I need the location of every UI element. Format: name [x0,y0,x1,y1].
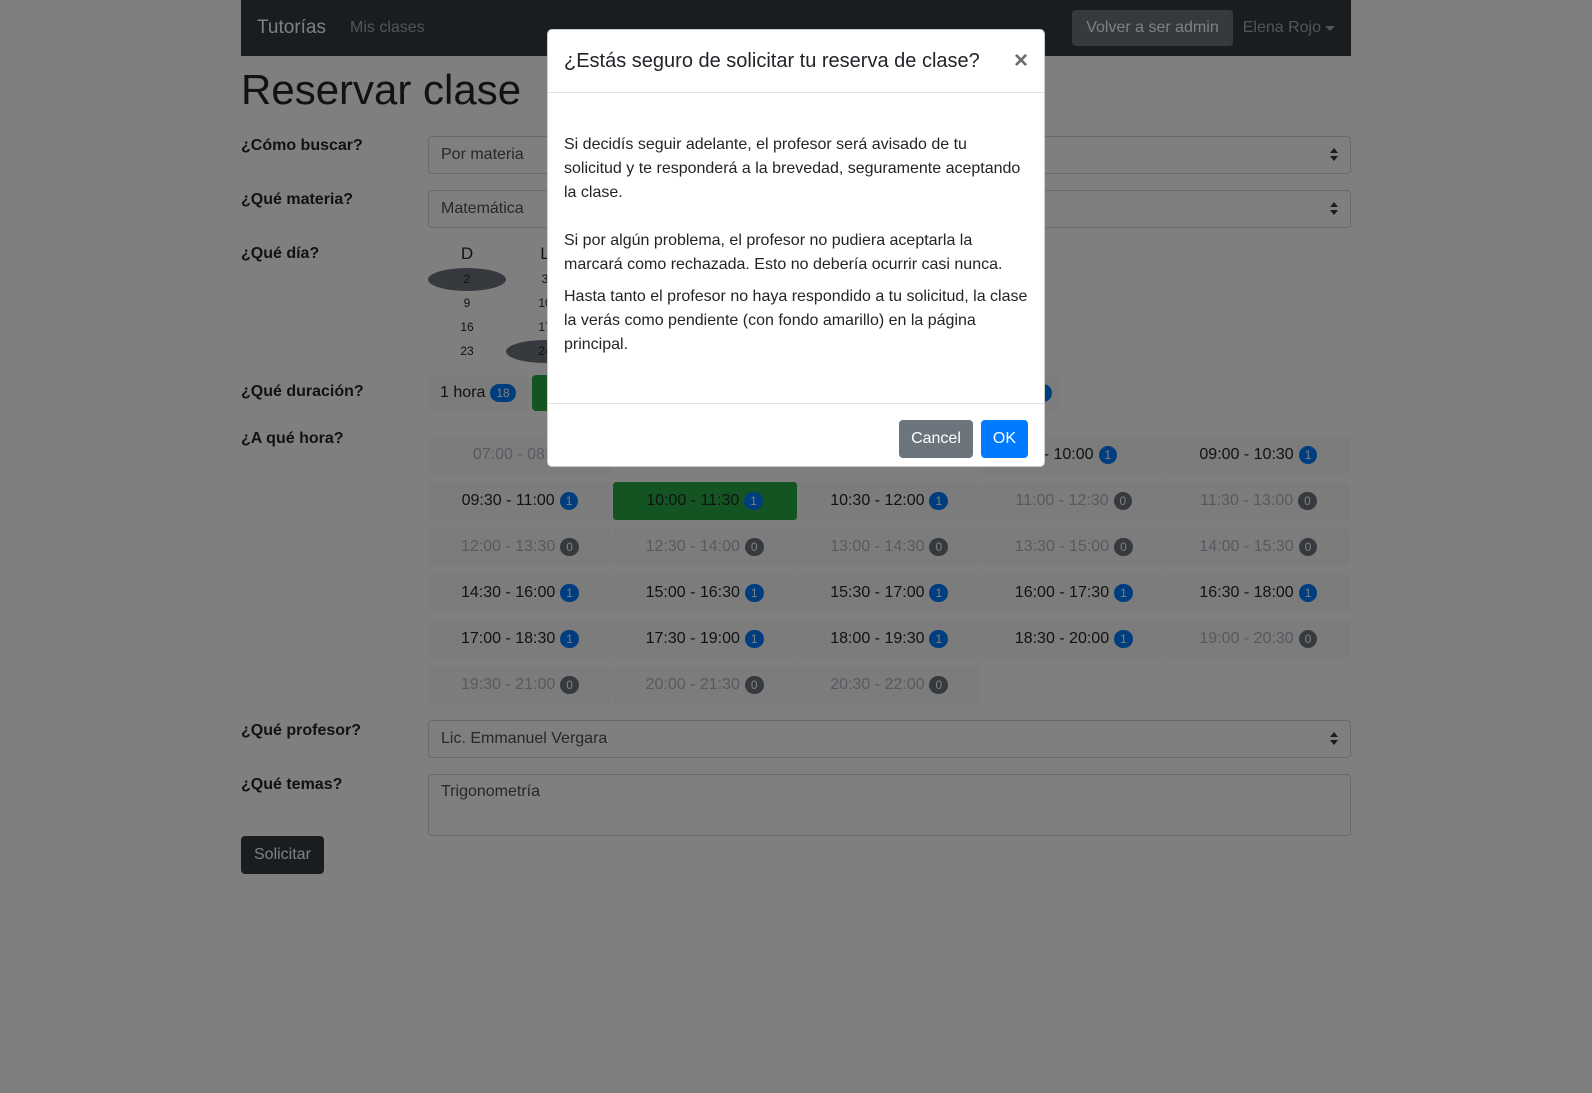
modal-paragraph: Hasta tanto el profesor no haya respondi… [564,288,1028,353]
modal-footer: Cancel OK [548,404,1044,474]
modal-body: Si decidís seguir adelante, el profesor … [548,93,1044,404]
cancel-button[interactable]: Cancel [899,420,973,458]
confirm-modal: ¿Estás seguro de solicitar tu reserva de… [547,29,1045,467]
modal-title: ¿Estás seguro de solicitar tu reserva de… [564,49,980,72]
close-icon[interactable]: × [1014,49,1028,73]
modal-paragraph: Si decidís seguir adelante, el profesor … [564,136,1021,201]
modal-header: ¿Estás seguro de solicitar tu reserva de… [548,30,1044,93]
modal-paragraph: Si por algún problema, el profesor no pu… [564,232,1003,273]
ok-button[interactable]: OK [980,420,1028,458]
